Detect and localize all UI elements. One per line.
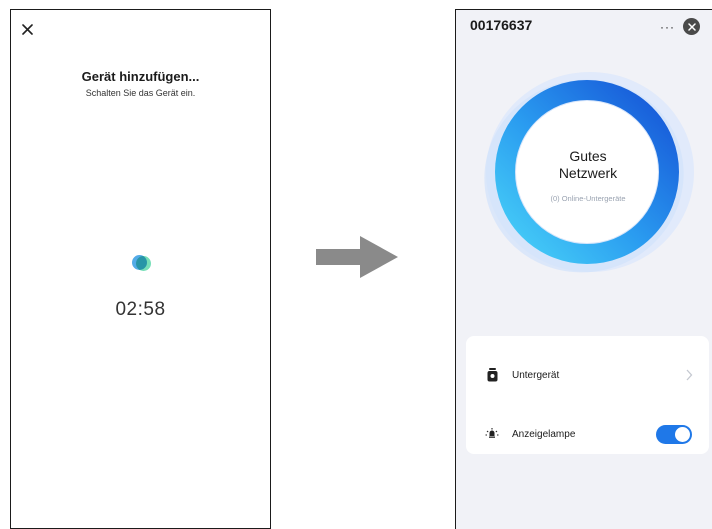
indicator-lamp-row: Anzeigelampe: [466, 414, 709, 454]
indicator-lamp-toggle[interactable]: [656, 425, 692, 444]
instruction-text: Schalten Sie das Gerät ein.: [85, 88, 196, 98]
subdevice-icon: [485, 368, 499, 382]
close-icon[interactable]: [683, 18, 700, 35]
lamp-icon: [485, 427, 499, 441]
settings-card: Untergerät Anzeigelampe: [466, 336, 709, 454]
indicator-lamp-label: Anzeigelampe: [512, 428, 576, 440]
chevron-right-icon: [686, 369, 693, 381]
online-subdevices-count: (0) Online-Untergeräte: [550, 194, 626, 203]
add-device-screen: Gerät hinzufügen... Schalten Sie das Ger…: [10, 9, 271, 529]
header: 00176637 ···: [456, 10, 712, 44]
device-id: 00176637: [470, 17, 533, 33]
page-title: Gerät hinzufügen...: [81, 69, 200, 84]
arrow-right-icon: [316, 236, 398, 278]
subdevice-row[interactable]: Untergerät: [466, 355, 709, 395]
network-status-ring: Gutes Netzwerk (0) Online-Untergeräte: [478, 68, 698, 278]
loading-spinner-icon: [132, 255, 152, 272]
network-status-line2: Netzwerk: [558, 165, 618, 181]
close-icon[interactable]: [20, 22, 34, 36]
countdown-timer: 02:58: [115, 299, 166, 320]
more-options-icon[interactable]: ···: [660, 20, 675, 34]
device-overview-screen: 00176637 ··· Gutes Netzwerk (0) Online-U…: [455, 9, 712, 529]
toggle-knob: [675, 427, 690, 442]
network-status-line1: Gutes: [569, 148, 607, 164]
subdevice-label: Untergerät: [512, 369, 560, 381]
